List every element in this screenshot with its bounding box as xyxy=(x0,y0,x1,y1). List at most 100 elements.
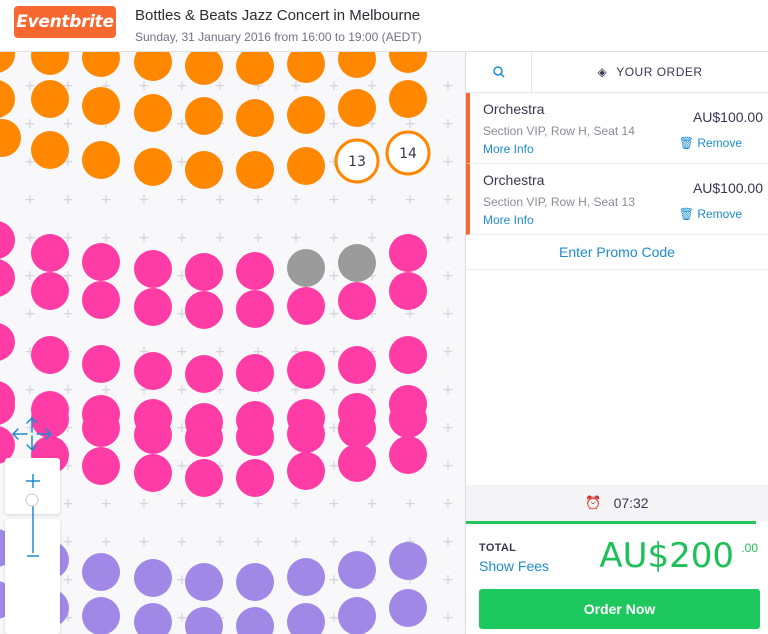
seat-pink[interactable] xyxy=(82,395,120,433)
seat-pink[interactable] xyxy=(185,291,223,329)
seat-pink[interactable] xyxy=(0,323,15,361)
seat-vip[interactable] xyxy=(82,141,120,179)
seat-pink[interactable] xyxy=(185,403,223,441)
seat-pink[interactable] xyxy=(287,351,325,389)
grid-marker: + xyxy=(404,116,416,132)
seat-pink[interactable] xyxy=(338,444,376,482)
seat-vip[interactable] xyxy=(0,80,15,118)
seat-vip[interactable] xyxy=(82,52,120,77)
grid-marker: + xyxy=(366,230,378,246)
seat-vip[interactable] xyxy=(389,52,427,73)
seat-vip[interactable] xyxy=(287,96,325,134)
promo-code-link[interactable]: Enter Promo Code xyxy=(466,235,768,270)
seat-pink[interactable] xyxy=(134,352,172,390)
seat-vip[interactable] xyxy=(31,131,69,169)
seat-vip[interactable] xyxy=(0,52,15,73)
seat-vip[interactable] xyxy=(389,80,427,118)
seat-vip[interactable] xyxy=(236,99,274,137)
seat-pink[interactable] xyxy=(389,436,427,474)
seat-map[interactable]: + + + + + + + + + + + + + + + + + + + + + + + + + + + + + + + + + + + + + + + +… xyxy=(0,52,465,634)
seat-pink[interactable] xyxy=(287,452,325,490)
seat-vip[interactable] xyxy=(134,94,172,132)
tab-search[interactable] xyxy=(466,52,532,92)
grid-marker: + xyxy=(176,496,188,512)
seat-purple[interactable] xyxy=(134,559,172,597)
seat-pink[interactable] xyxy=(82,447,120,485)
order-now-button[interactable]: Order Now xyxy=(479,589,760,629)
seat-purple[interactable] xyxy=(82,553,120,591)
seat-purple[interactable] xyxy=(134,603,172,634)
seat-purple[interactable] xyxy=(287,558,325,596)
grid-marker: + xyxy=(366,534,378,550)
seat-vip[interactable] xyxy=(338,52,376,78)
seat-pink[interactable] xyxy=(389,336,427,374)
seat-pink[interactable] xyxy=(82,281,120,319)
seat-vip[interactable] xyxy=(185,151,223,189)
zoom-slider-handle[interactable] xyxy=(25,493,39,507)
seat-pink[interactable] xyxy=(185,355,223,393)
seat-purple[interactable] xyxy=(338,551,376,589)
seat-pink[interactable] xyxy=(82,345,120,383)
seat-vip[interactable] xyxy=(236,151,274,189)
seat-vip[interactable] xyxy=(0,119,21,157)
more-info-link[interactable]: More Info xyxy=(483,142,534,156)
show-fees-link[interactable]: Show Fees xyxy=(479,558,549,574)
grid-marker: + xyxy=(290,534,302,550)
seat-vip[interactable] xyxy=(134,52,172,81)
seat-pink[interactable] xyxy=(287,287,325,325)
eventbrite-logo[interactable]: Eventbrite xyxy=(14,6,116,38)
seat-pink[interactable] xyxy=(134,399,172,437)
remove-button[interactable]: 🗑 Remove xyxy=(679,207,742,221)
seat-pink[interactable] xyxy=(389,385,427,423)
seat-pink[interactable] xyxy=(236,354,274,392)
move-arrows-icon[interactable] xyxy=(5,406,60,462)
seat-pink[interactable] xyxy=(338,346,376,384)
seat-vip[interactable] xyxy=(287,147,325,185)
seat-pink[interactable] xyxy=(389,234,427,272)
seat-unavailable[interactable] xyxy=(287,249,325,287)
seat-purple[interactable] xyxy=(236,607,274,634)
seat-pink[interactable] xyxy=(287,399,325,437)
seat-map-canvas[interactable]: + + + + + + + + + + + + + + + + + + + + + + + + + + + + + + + + + + + + + + + +… xyxy=(0,52,465,634)
seat-purple[interactable] xyxy=(185,563,223,601)
grid-marker: + xyxy=(252,230,264,246)
seat-pink[interactable] xyxy=(134,288,172,326)
seat-vip[interactable] xyxy=(31,80,69,118)
seat-pink[interactable] xyxy=(0,259,15,297)
seat-vip[interactable] xyxy=(338,89,376,127)
seat-vip[interactable] xyxy=(185,97,223,135)
seat-pink[interactable] xyxy=(82,243,120,281)
more-info-link[interactable]: More Info xyxy=(483,213,534,227)
seat-pink[interactable] xyxy=(236,290,274,328)
seat-purple[interactable] xyxy=(82,597,120,634)
seat-vip[interactable] xyxy=(134,148,172,186)
grid-marker: + xyxy=(442,382,454,398)
seat-purple[interactable] xyxy=(389,589,427,627)
seat-pink[interactable] xyxy=(185,253,223,291)
seat-vip[interactable] xyxy=(31,52,69,75)
seat-purple[interactable] xyxy=(338,597,376,634)
seat-pink[interactable] xyxy=(134,250,172,288)
seat-unavailable[interactable] xyxy=(338,244,376,282)
seat-pink[interactable] xyxy=(134,454,172,492)
zoom-control[interactable] xyxy=(5,474,60,634)
seat-pink[interactable] xyxy=(31,234,69,272)
seat-pink[interactable] xyxy=(31,336,69,374)
seat-vip[interactable] xyxy=(236,52,274,85)
tab-your-order[interactable]: ◈ YOUR ORDER xyxy=(532,52,768,92)
order-item-price: AU$100.00 xyxy=(692,180,763,196)
seat-purple[interactable] xyxy=(389,542,427,580)
seat-purple[interactable] xyxy=(236,563,274,601)
seat-vip[interactable] xyxy=(82,87,120,125)
seat-pink[interactable] xyxy=(31,272,69,310)
seat-pink[interactable] xyxy=(338,393,376,431)
seat-pink[interactable] xyxy=(338,282,376,320)
seat-pink[interactable] xyxy=(0,221,15,259)
seat-pink[interactable] xyxy=(389,272,427,310)
remove-button[interactable]: 🗑 Remove xyxy=(679,136,742,150)
seat-pink[interactable] xyxy=(236,401,274,439)
seat-pink[interactable] xyxy=(236,459,274,497)
seat-purple[interactable] xyxy=(287,603,325,634)
seat-pink[interactable] xyxy=(185,459,223,497)
seat-pink[interactable] xyxy=(236,252,274,290)
